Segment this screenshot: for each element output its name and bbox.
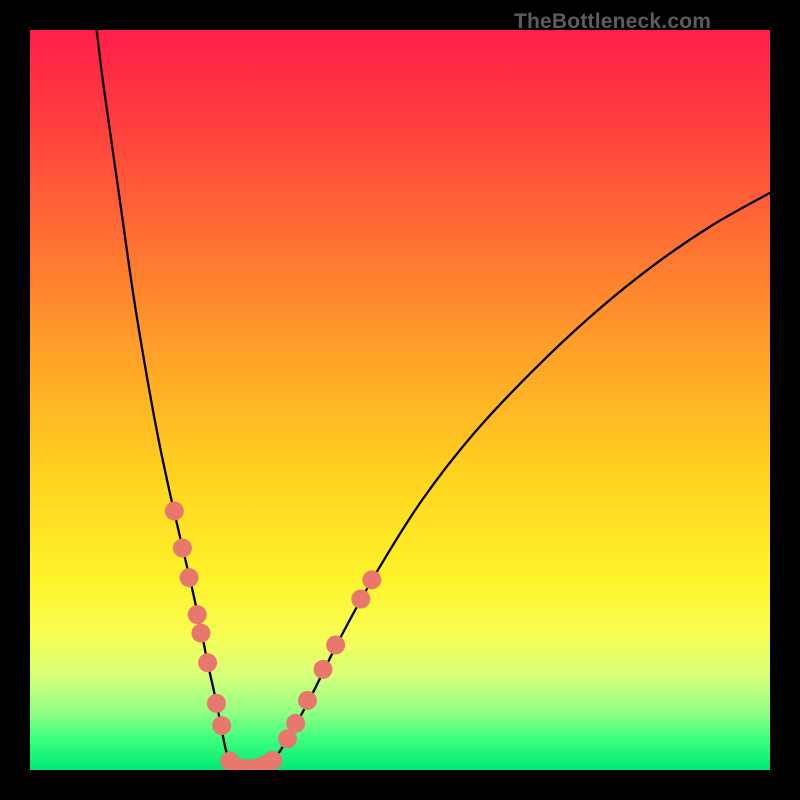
- data-point: [298, 691, 317, 710]
- data-point: [263, 751, 282, 770]
- data-point: [188, 605, 207, 624]
- data-point: [278, 729, 297, 748]
- data-point: [165, 502, 184, 521]
- data-points: [165, 502, 382, 771]
- data-point: [212, 716, 231, 735]
- chart-frame: TheBottleneck.com: [0, 0, 800, 800]
- data-point: [180, 568, 199, 587]
- bottleneck-curve: [97, 30, 770, 769]
- data-point: [286, 714, 305, 733]
- data-point: [207, 694, 226, 713]
- data-point: [173, 539, 192, 558]
- data-point: [198, 653, 217, 672]
- data-point: [220, 752, 239, 770]
- data-point: [362, 570, 381, 589]
- data-point: [229, 758, 248, 770]
- plot-area: [30, 30, 770, 770]
- chart-svg: [30, 30, 770, 770]
- data-point: [326, 635, 345, 654]
- data-point: [314, 660, 333, 679]
- data-point: [351, 590, 370, 609]
- data-point: [256, 755, 275, 770]
- data-point: [239, 759, 258, 770]
- data-point: [191, 624, 210, 643]
- data-point: [248, 758, 267, 770]
